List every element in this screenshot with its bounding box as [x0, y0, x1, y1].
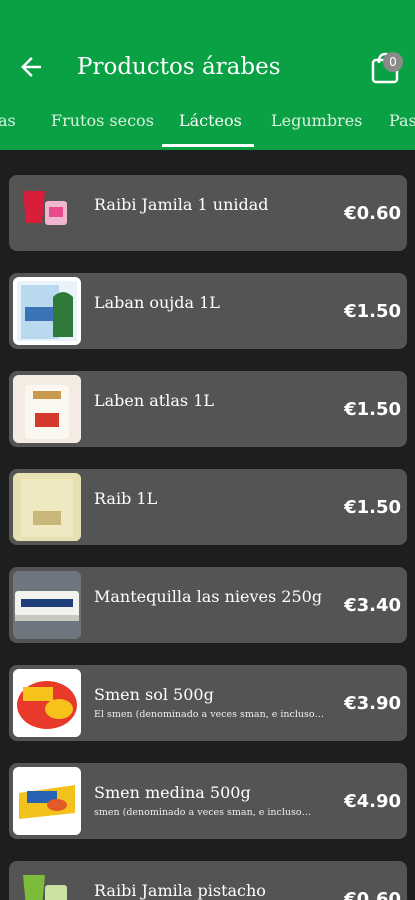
- product-description: smen (denominado a veces sman, e incluso…: [94, 807, 312, 818]
- page-title: Productos árabes: [77, 54, 281, 80]
- product-description: El smen (denominado a veces sman, e incl…: [94, 709, 325, 720]
- product-price: €3.40: [344, 595, 401, 616]
- product-price: €4.90: [344, 791, 401, 812]
- product-card[interactable]: Smen medina 500g smen (denominado a vece…: [9, 763, 407, 839]
- product-name: Smen medina 500g: [94, 783, 251, 802]
- smen-sol-icon: [13, 669, 81, 737]
- tab-partial-right[interactable]: Pas: [389, 98, 415, 150]
- mantequilla-icon: [13, 571, 81, 639]
- tab-frutos-secos[interactable]: Frutos secos: [51, 98, 154, 150]
- product-card[interactable]: Raib 1L €1.50: [9, 469, 407, 545]
- product-price: €3.90: [344, 693, 401, 714]
- product-price: €1.50: [344, 301, 401, 322]
- product-card[interactable]: Mantequilla las nieves 250g €3.40: [9, 567, 407, 643]
- product-name: Raib 1L: [94, 489, 158, 508]
- product-price: €1.50: [344, 497, 401, 518]
- product-name: Laben atlas 1L: [94, 391, 214, 410]
- product-card[interactable]: Raibi Jamila pistacho €0.60: [9, 861, 407, 900]
- product-name: Laban oujda 1L: [94, 293, 220, 312]
- product-name: Raibi Jamila 1 unidad: [94, 195, 269, 214]
- product-price: €0.60: [344, 203, 401, 224]
- tab-lacteos[interactable]: Lácteos: [179, 98, 242, 150]
- tab-legumbres[interactable]: Legumbres: [271, 98, 362, 150]
- product-list[interactable]: Raibi Jamila 1 unidad €0.60 Laban oujda …: [0, 150, 415, 900]
- back-arrow-icon[interactable]: [16, 52, 46, 82]
- app-bar: Productos árabes 0: [0, 0, 415, 98]
- laben-atlas-icon: [13, 375, 81, 443]
- product-card[interactable]: Laben atlas 1L €1.50: [9, 371, 407, 447]
- product-name: Mantequilla las nieves 250g: [94, 587, 323, 606]
- product-card[interactable]: Smen sol 500g El smen (denominado a vece…: [9, 665, 407, 741]
- product-price: €0.60: [344, 889, 401, 900]
- laban-oujda-icon: [13, 277, 81, 345]
- product-name: Raibi Jamila pistacho: [94, 881, 266, 900]
- tab-partial-left[interactable]: as: [0, 98, 16, 150]
- product-card[interactable]: Raibi Jamila 1 unidad €0.60: [9, 175, 407, 251]
- smen-medina-icon: [13, 767, 81, 835]
- product-card[interactable]: Laban oujda 1L €1.50: [9, 273, 407, 349]
- active-tab-indicator: [162, 144, 254, 147]
- raibi-pistacho-icon: [13, 865, 81, 900]
- raib-icon: [13, 473, 81, 541]
- product-price: €1.50: [344, 399, 401, 420]
- product-name: Smen sol 500g: [94, 685, 214, 704]
- category-tabs: as Frutos secos Lácteos Legumbres Pas: [0, 98, 415, 150]
- cart-count-badge: 0: [383, 52, 403, 72]
- raibi-jamila-icon: [13, 179, 81, 247]
